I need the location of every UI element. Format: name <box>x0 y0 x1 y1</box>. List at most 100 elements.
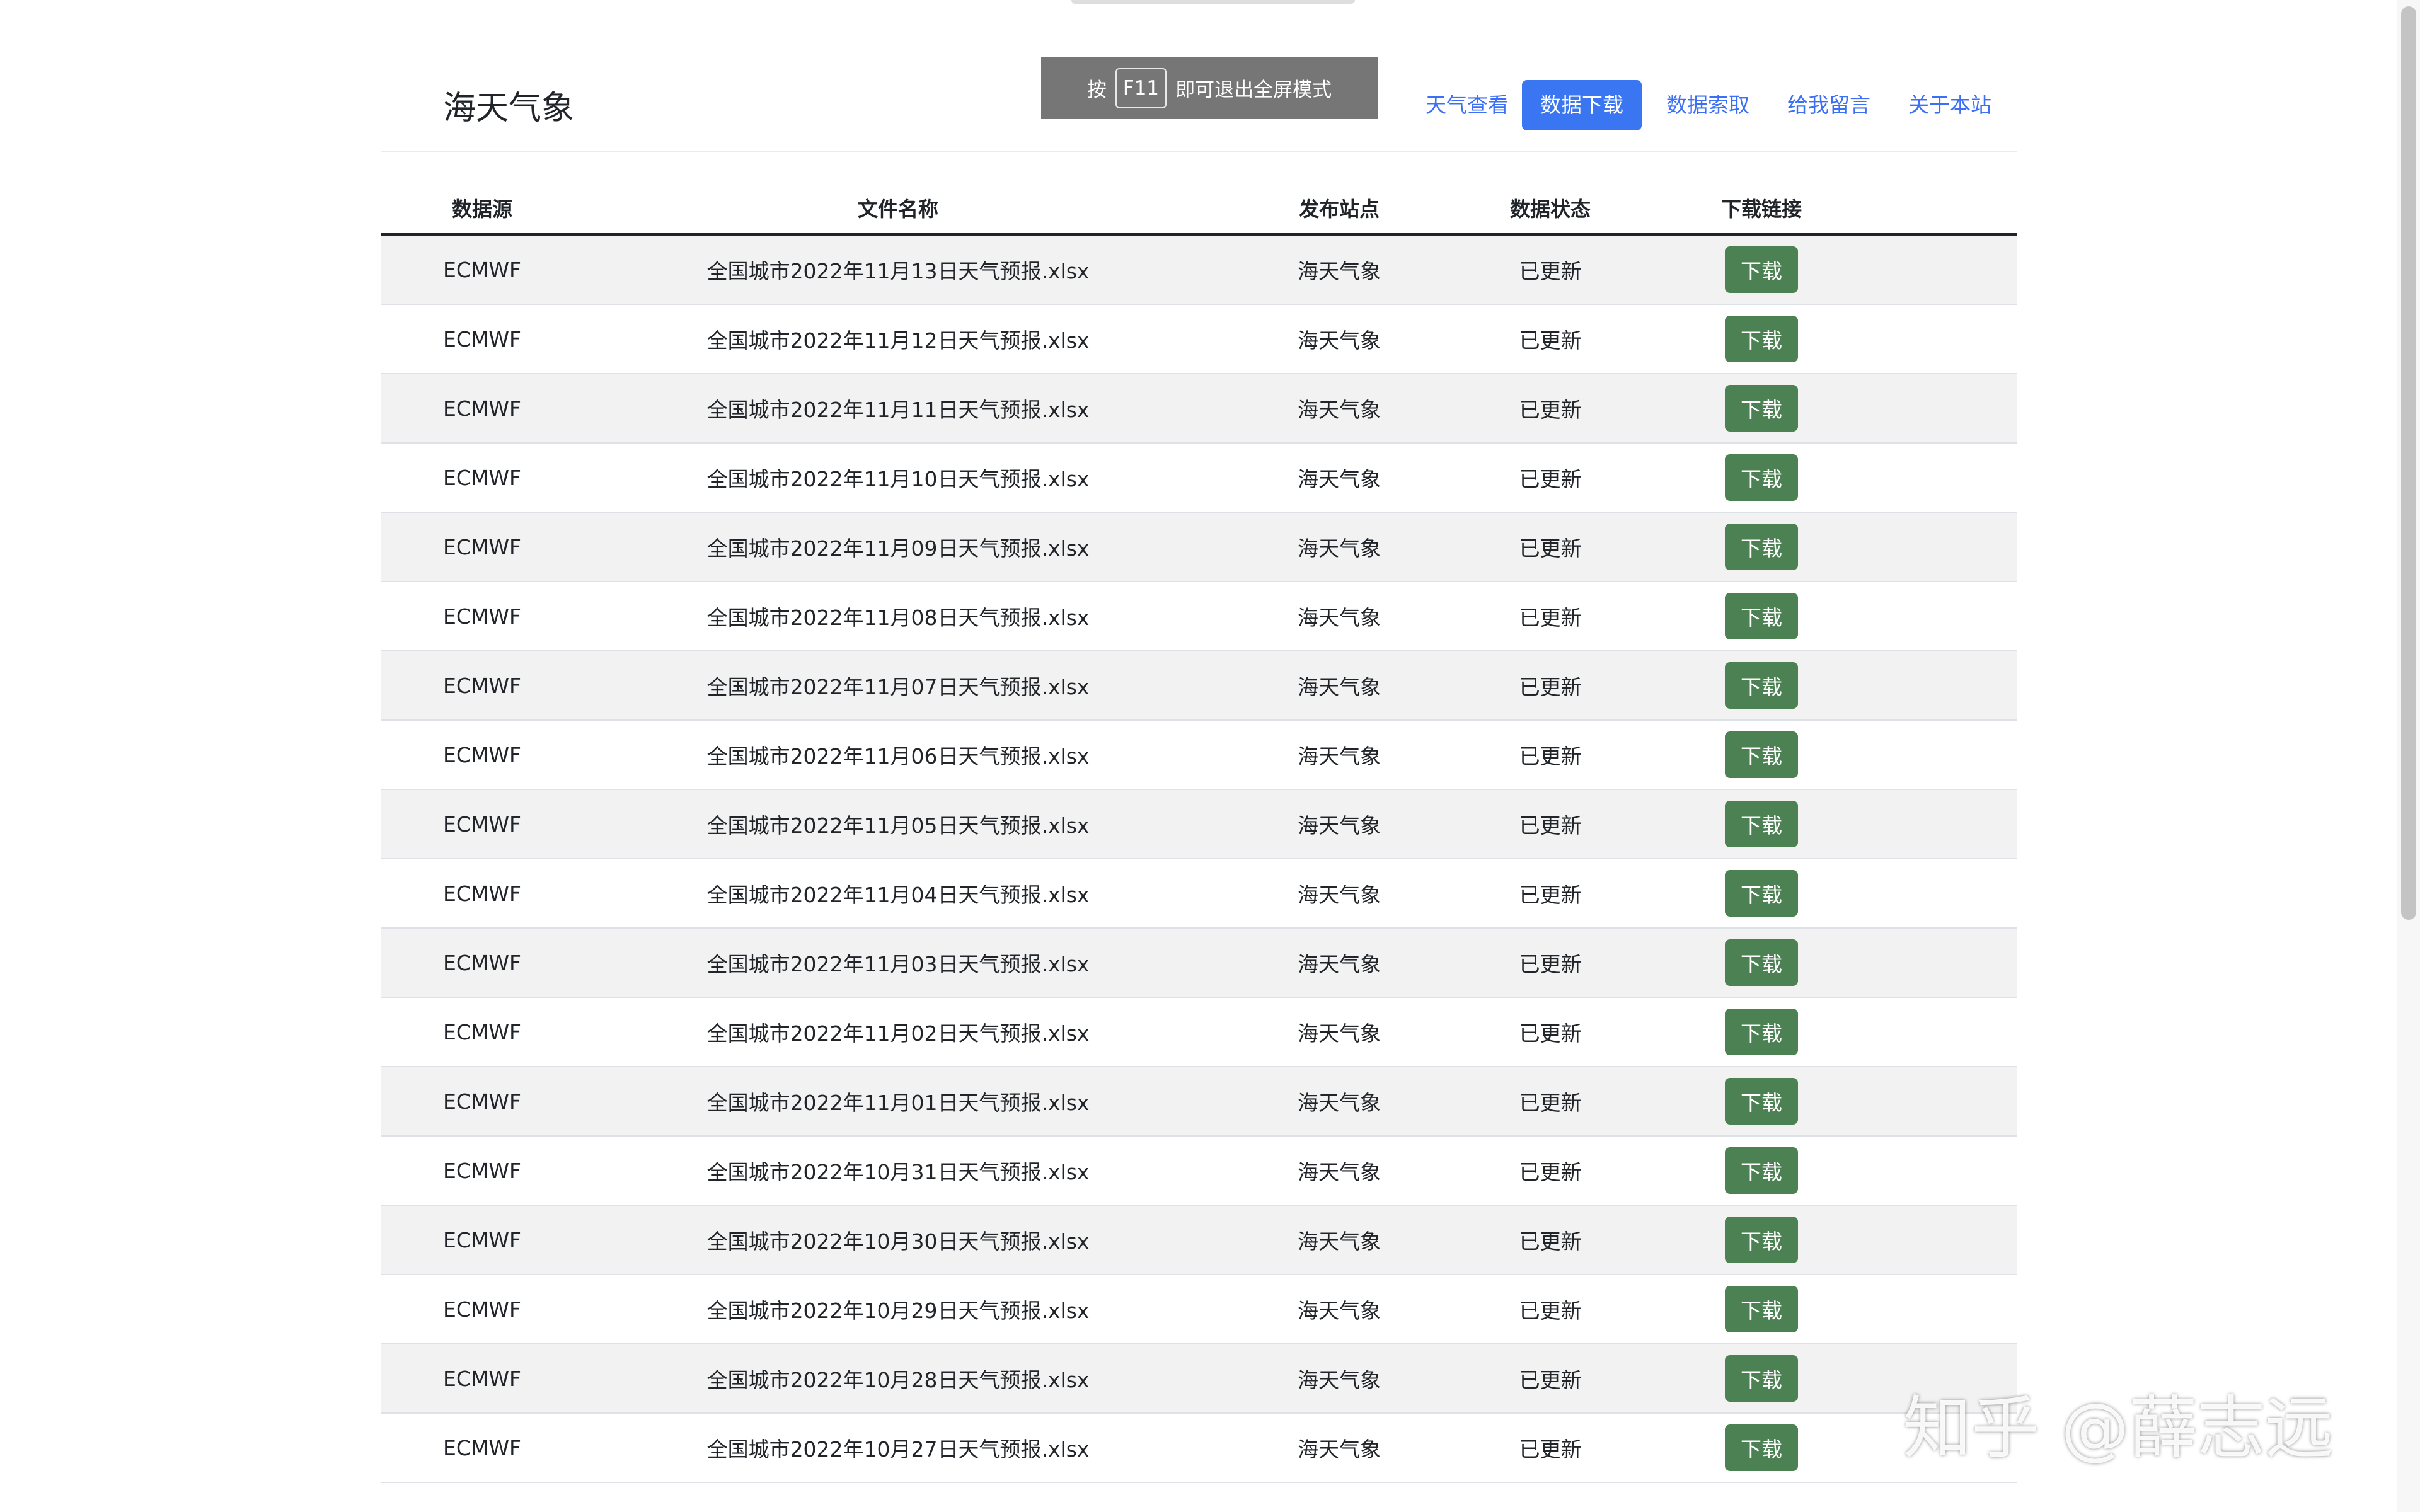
download-button[interactable]: 下载 <box>1725 524 1798 570</box>
station-cell: 海天气象 <box>1298 1021 1381 1046</box>
download-button[interactable]: 下载 <box>1725 801 1798 847</box>
status-cell: 已更新 <box>1519 259 1582 284</box>
station-cell: 海天气象 <box>1298 398 1381 422</box>
download-table: 数据源 文件名称 发布站点 数据状态 下载链接 ECMWF 全国城市2022年11… <box>381 183 2017 1483</box>
station-cell: 海天气象 <box>1298 1160 1381 1184</box>
source-cell: ECMWF <box>443 1366 521 1391</box>
header-station: 发布站点 <box>1298 197 1380 221</box>
download-cell: 下载 <box>1635 236 1887 304</box>
download-cell: 下载 <box>1635 582 1887 650</box>
table-row: ECMWF 全国城市2022年11月11日天气预报.xlsx 海天气象 已更新 下载 <box>381 374 2017 444</box>
download-button[interactable]: 下载 <box>1725 316 1798 362</box>
download-button[interactable]: 下载 <box>1725 1424 1798 1471</box>
source-cell: ECMWF <box>443 742 521 767</box>
nav-leave-message[interactable]: 给我留言 <box>1782 80 1876 130</box>
file-name-cell: 全国城市2022年11月01日天气预报.xlsx <box>706 1091 1090 1115</box>
table-row: ECMWF 全国城市2022年11月05日天气预报.xlsx 海天气象 已更新 下载 <box>381 790 2017 859</box>
table-row: ECMWF 全国城市2022年11月13日天气预报.xlsx 海天气象 已更新 下载 <box>381 236 2017 305</box>
table-row: ECMWF 全国城市2022年11月07日天气预报.xlsx 海天气象 已更新 下载 <box>381 651 2017 721</box>
source-cell: ECMWF <box>443 1089 521 1114</box>
station-cell: 海天气象 <box>1298 259 1381 284</box>
download-button[interactable]: 下载 <box>1725 731 1798 778</box>
table-row: ECMWF 全国城市2022年11月06日天气预报.xlsx 海天气象 已更新 下载 <box>381 721 2017 790</box>
fullscreen-notice-suffix: 即可退出全屏模式 <box>1175 79 1332 101</box>
source-cell: ECMWF <box>443 950 521 975</box>
download-button[interactable]: 下载 <box>1725 385 1798 432</box>
table-row: ECMWF 全国城市2022年11月08日天气预报.xlsx 海天气象 已更新 下载 <box>381 582 2017 651</box>
download-cell: 下载 <box>1635 305 1887 373</box>
status-cell: 已更新 <box>1519 1298 1582 1323</box>
status-cell: 已更新 <box>1519 883 1582 907</box>
watermark: 知乎 @薛志远 <box>1903 1389 2334 1468</box>
download-button[interactable]: 下载 <box>1725 246 1798 293</box>
table-row: ECMWF 全国城市2022年11月12日天气预报.xlsx 海天气象 已更新 下载 <box>381 305 2017 374</box>
download-button[interactable]: 下载 <box>1725 1078 1798 1125</box>
download-cell: 下载 <box>1635 859 1887 927</box>
status-cell: 已更新 <box>1519 1021 1582 1046</box>
file-name-cell: 全国城市2022年11月05日天气预报.xlsx <box>706 813 1090 838</box>
download-cell: 下载 <box>1635 998 1887 1066</box>
status-cell: 已更新 <box>1519 467 1582 491</box>
file-name-cell: 全国城市2022年10月29日天气预报.xlsx <box>706 1298 1090 1323</box>
station-cell: 海天气象 <box>1298 675 1381 699</box>
station-cell: 海天气象 <box>1298 883 1381 907</box>
station-cell: 海天气象 <box>1298 328 1381 353</box>
source-cell: ECMWF <box>443 604 521 629</box>
top-edge-shadow <box>1071 0 1355 4</box>
download-button[interactable]: 下载 <box>1725 662 1798 709</box>
fullscreen-notice-prefix: 按 <box>1086 79 1107 101</box>
status-cell: 已更新 <box>1519 536 1582 561</box>
download-button[interactable]: 下载 <box>1725 870 1798 917</box>
status-cell: 已更新 <box>1519 1368 1582 1392</box>
file-name-cell: 全国城市2022年11月09日天气预报.xlsx <box>706 536 1090 561</box>
download-cell: 下载 <box>1635 513 1887 581</box>
source-cell: ECMWF <box>443 1158 521 1183</box>
fullscreen-exit-notice: 按 F11 即可退出全屏模式 <box>1041 57 1378 119</box>
source-cell: ECMWF <box>443 257 521 282</box>
file-name-cell: 全国城市2022年11月04日天气预报.xlsx <box>706 883 1090 907</box>
table-row: ECMWF 全国城市2022年11月01日天气预报.xlsx 海天气象 已更新 下载 <box>381 1067 2017 1137</box>
station-cell: 海天气象 <box>1298 1091 1381 1115</box>
download-cell: 下载 <box>1635 374 1887 442</box>
station-cell: 海天气象 <box>1298 952 1381 976</box>
station-cell: 海天气象 <box>1298 605 1381 630</box>
download-cell: 下载 <box>1635 1344 1887 1412</box>
file-name-cell: 全国城市2022年10月27日天气预报.xlsx <box>706 1437 1090 1462</box>
nav-weather-view[interactable]: 天气查看 <box>1420 80 1514 130</box>
scrollbar-thumb[interactable] <box>2401 6 2416 920</box>
table-body: ECMWF 全国城市2022年11月13日天气预报.xlsx 海天气象 已更新 下载 EC… <box>381 236 2017 1483</box>
nav-data-request[interactable]: 数据索取 <box>1661 80 1755 130</box>
source-cell: ECMWF <box>443 534 521 559</box>
header-source: 数据源 <box>451 197 512 221</box>
nav-data-download[interactable]: 数据下载 <box>1522 80 1642 130</box>
download-button[interactable]: 下载 <box>1725 593 1798 639</box>
table-row: ECMWF 全国城市2022年10月29日天气预报.xlsx 海天气象 已更新 下载 <box>381 1275 2017 1344</box>
download-button[interactable]: 下载 <box>1725 1147 1798 1194</box>
station-cell: 海天气象 <box>1298 1229 1381 1254</box>
source-cell: ECMWF <box>443 811 521 837</box>
header-status: 数据状态 <box>1509 197 1591 221</box>
table-row: ECMWF 全国城市2022年11月09日天气预报.xlsx 海天气象 已更新 下载 <box>381 513 2017 582</box>
download-cell: 下载 <box>1635 790 1887 858</box>
source-cell: ECMWF <box>443 326 521 352</box>
download-button[interactable]: 下载 <box>1725 1217 1798 1263</box>
header-file-name: 文件名称 <box>857 197 938 221</box>
download-button[interactable]: 下载 <box>1725 454 1798 501</box>
source-cell: ECMWF <box>443 465 521 490</box>
download-button[interactable]: 下载 <box>1725 1355 1798 1402</box>
file-name-cell: 全国城市2022年10月28日天气预报.xlsx <box>706 1368 1090 1392</box>
status-cell: 已更新 <box>1519 1091 1582 1115</box>
download-button[interactable]: 下载 <box>1725 1009 1798 1055</box>
status-cell: 已更新 <box>1519 1437 1582 1462</box>
vertical-scrollbar[interactable] <box>2397 0 2420 1512</box>
file-name-cell: 全国城市2022年10月30日天气预报.xlsx <box>706 1229 1090 1254</box>
download-button[interactable]: 下载 <box>1725 1286 1798 1332</box>
nav-about[interactable]: 关于本站 <box>1903 80 1997 130</box>
download-cell: 下载 <box>1635 444 1887 512</box>
download-button[interactable]: 下载 <box>1725 939 1798 986</box>
site-brand[interactable]: 海天气象 <box>443 83 574 134</box>
table-row: ECMWF 全国城市2022年11月10日天气预报.xlsx 海天气象 已更新 下载 <box>381 444 2017 513</box>
f11-key: F11 <box>1115 67 1167 108</box>
status-cell: 已更新 <box>1519 744 1582 769</box>
table-row: ECMWF 全国城市2022年10月28日天气预报.xlsx 海天气象 已更新 下载 <box>381 1344 2017 1414</box>
